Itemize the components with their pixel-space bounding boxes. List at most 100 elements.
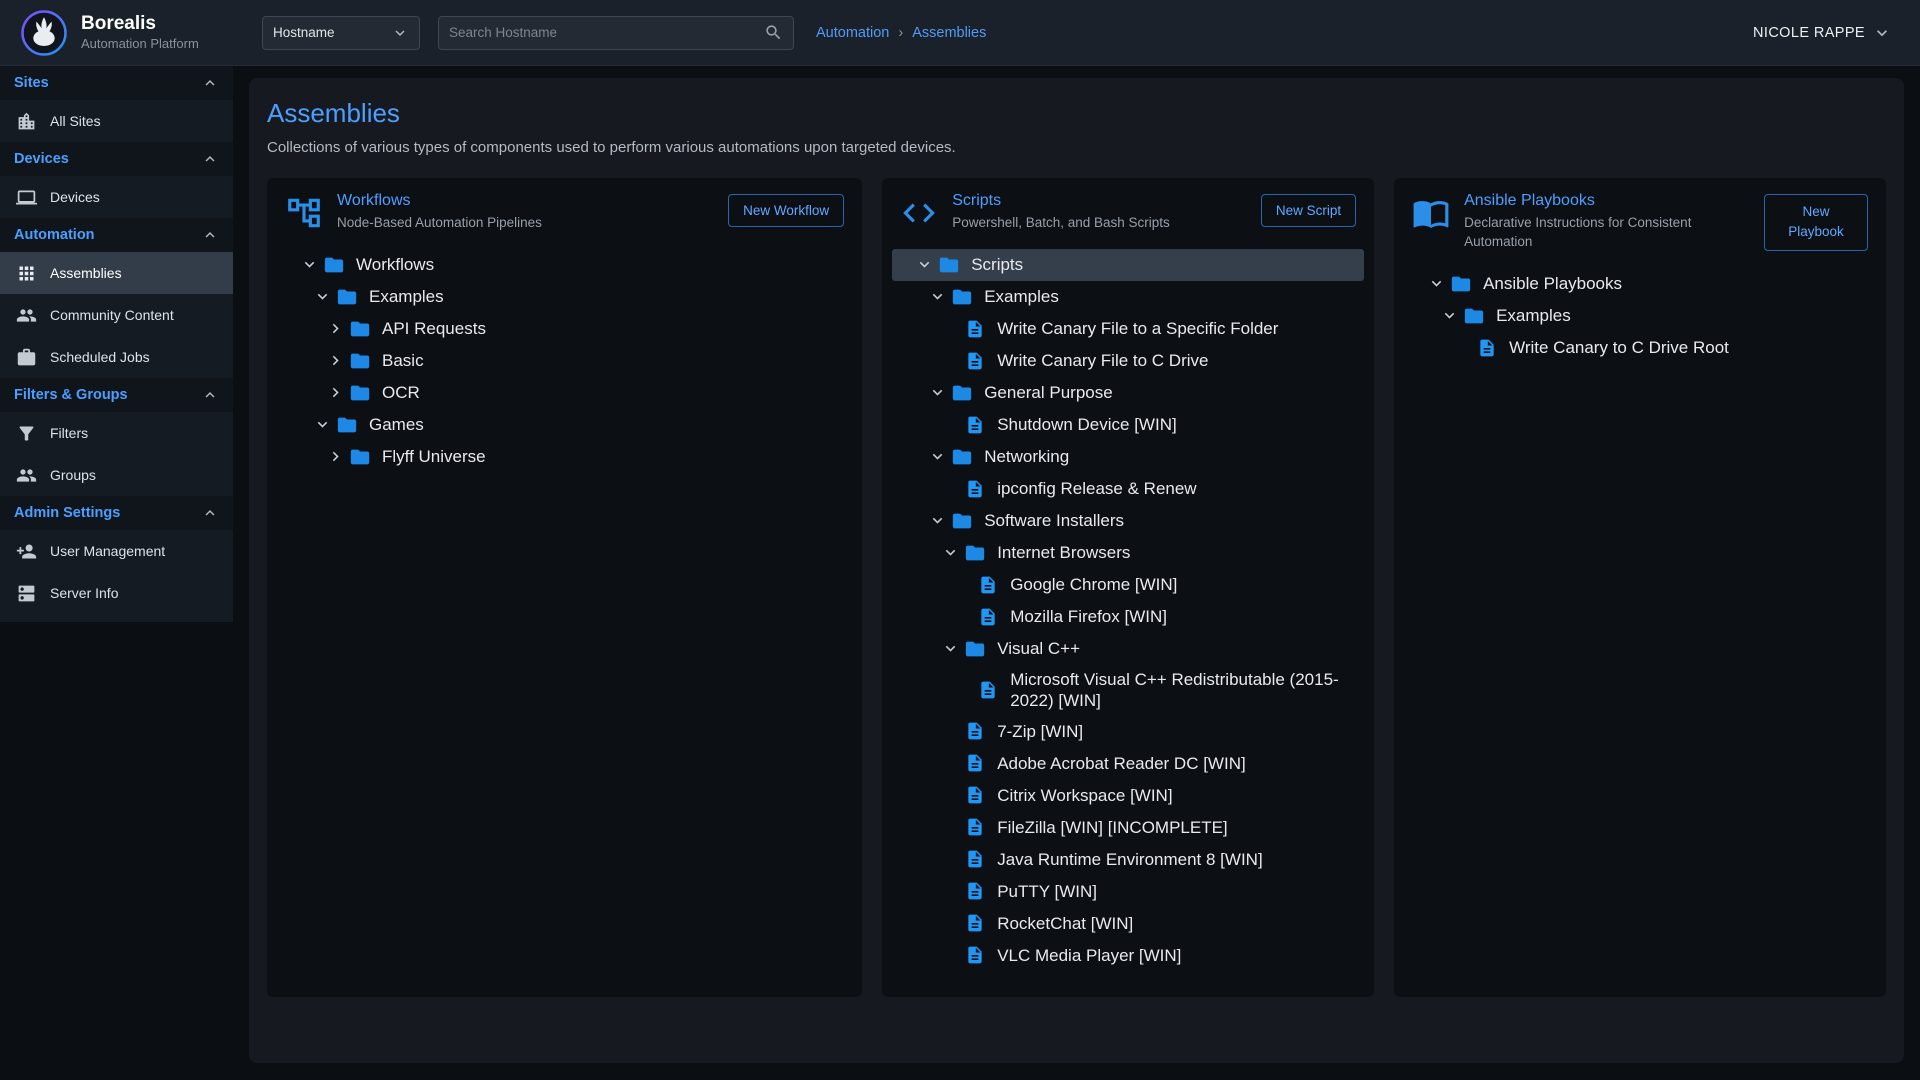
sidebar-item-assemblies[interactable]: Assemblies	[0, 252, 233, 294]
expand-toggle[interactable]	[310, 413, 334, 437]
chevron-down-icon	[928, 447, 947, 466]
card-subtitle: Declarative Instructions for Consistent …	[1464, 214, 1738, 252]
expand-toggle[interactable]	[1437, 304, 1461, 328]
expand-toggle[interactable]	[925, 509, 949, 533]
tree-file-write-canary-file-to-c-drive[interactable]: Write Canary File to C Drive	[892, 345, 1364, 377]
sidebar-item-filters[interactable]: Filters	[0, 412, 233, 454]
tree-item-label: Examples	[1496, 301, 1571, 330]
tree-file-adobe-acrobat-reader-dc-win[interactable]: Adobe Acrobat Reader DC [WIN]	[892, 747, 1364, 779]
tree-file-mozilla-firefox-win[interactable]: Mozilla Firefox [WIN]	[892, 601, 1364, 633]
file-icon	[965, 945, 985, 965]
breadcrumb-item-automation[interactable]: Automation	[816, 25, 889, 41]
sidebar-section-devices[interactable]: Devices	[0, 142, 233, 176]
tree-file-citrix-workspace-win[interactable]: Citrix Workspace [WIN]	[892, 779, 1364, 811]
expand-toggle[interactable]	[297, 253, 321, 277]
file-icon	[965, 351, 985, 371]
sidebar-item-user-management[interactable]: User Management	[0, 530, 233, 572]
tree-file-putty-win[interactable]: PuTTY [WIN]	[892, 875, 1364, 907]
tree-scripts: ScriptsExamplesWrite Canary File to a Sp…	[882, 249, 1374, 972]
expand-toggle[interactable]	[323, 381, 347, 405]
expand-toggle[interactable]	[925, 445, 949, 469]
tree-folder-internet-browsers[interactable]: Internet Browsers	[892, 537, 1364, 569]
tree-folder-examples[interactable]: Examples	[1404, 300, 1876, 332]
search-box	[438, 16, 794, 50]
tree-file-filezilla-win-incomplete[interactable]: FileZilla [WIN] [INCOMPLETE]	[892, 811, 1364, 843]
tree-file-google-chrome-win[interactable]: Google Chrome [WIN]	[892, 569, 1364, 601]
search-input[interactable]	[449, 25, 764, 40]
tree-file-7-zip-win[interactable]: 7-Zip [WIN]	[892, 715, 1364, 747]
tree-file-write-canary-file-to-a-specific-folder[interactable]: Write Canary File to a Specific Folder	[892, 313, 1364, 345]
brand: Borealis Automation Platform	[0, 9, 252, 57]
expand-toggle[interactable]	[938, 541, 962, 565]
user-menu[interactable]: NICOLE RAPPE	[1753, 23, 1920, 43]
sidebar-section-label: Devices	[14, 151, 69, 167]
tree-folder-networking[interactable]: Networking	[892, 441, 1364, 473]
tree-folder-software-installers[interactable]: Software Installers	[892, 505, 1364, 537]
tree-folder-basic[interactable]: Basic	[277, 345, 852, 377]
expand-toggle[interactable]	[912, 253, 936, 277]
tree-folder-examples[interactable]: Examples	[277, 281, 852, 313]
tree-folder-workflows[interactable]: Workflows	[277, 249, 852, 281]
search-icon	[764, 23, 783, 42]
folder-icon	[964, 638, 986, 660]
tree-folder-ocr[interactable]: OCR	[277, 377, 852, 409]
expand-toggle[interactable]	[938, 637, 962, 661]
tree-item-label: Examples	[369, 282, 444, 311]
sidebar-section-sites[interactable]: Sites	[0, 66, 233, 100]
tree-folder-ansible-playbooks[interactable]: Ansible Playbooks	[1404, 268, 1876, 300]
expand-toggle[interactable]	[323, 317, 347, 341]
chevron-down-icon	[391, 24, 409, 42]
sidebar-section-automation[interactable]: Automation	[0, 218, 233, 252]
expand-toggle[interactable]	[1424, 272, 1448, 296]
card-titles: Ansible PlaybooksDeclarative Instruction…	[1464, 192, 1738, 252]
tree-file-rocketchat-win[interactable]: RocketChat [WIN]	[892, 907, 1364, 939]
tree-item-label: RocketChat [WIN]	[997, 909, 1133, 938]
folder-icon	[1450, 273, 1472, 295]
expand-toggle[interactable]	[323, 349, 347, 373]
tree-file-ipconfig-release-renew[interactable]: ipconfig Release & Renew	[892, 473, 1364, 505]
expand-toggle[interactable]	[323, 445, 347, 469]
expand-toggle[interactable]	[310, 285, 334, 309]
new-scripts-button[interactable]: New Script	[1261, 194, 1356, 227]
expand-toggle[interactable]	[925, 381, 949, 405]
tree-folder-flyff-universe[interactable]: Flyff Universe	[277, 441, 852, 473]
sidebar-section-filters-groups[interactable]: Filters & Groups	[0, 378, 233, 412]
file-icon	[978, 607, 998, 627]
tree-item-label: VLC Media Player [WIN]	[997, 941, 1181, 970]
hostname-dropdown[interactable]: Hostname	[262, 16, 420, 50]
tree-folder-games[interactable]: Games	[277, 409, 852, 441]
tree-file-shutdown-device-win[interactable]: Shutdown Device [WIN]	[892, 409, 1364, 441]
new-workflows-button[interactable]: New Workflow	[728, 194, 844, 227]
sidebar-item-groups[interactable]: Groups	[0, 454, 233, 496]
server-icon	[16, 583, 37, 604]
sidebar-item-scheduled-jobs[interactable]: Scheduled Jobs	[0, 336, 233, 378]
tree-item-icon	[321, 252, 347, 278]
tree-folder-general-purpose[interactable]: General Purpose	[892, 377, 1364, 409]
expand-toggle[interactable]	[925, 285, 949, 309]
tree-file-write-canary-to-c-drive-root[interactable]: Write Canary to C Drive Root	[1404, 332, 1876, 364]
brand-subtitle: Automation Platform	[81, 36, 199, 52]
tree-folder-visual-c[interactable]: Visual C++	[892, 633, 1364, 665]
tree-folder-examples[interactable]: Examples	[892, 281, 1364, 313]
tree-item-icon	[962, 476, 988, 502]
tree-file-java-runtime-environment-8-win[interactable]: Java Runtime Environment 8 [WIN]	[892, 843, 1364, 875]
sidebar-item-community-content[interactable]: Community Content	[0, 294, 233, 336]
sidebar-section-label: Sites	[14, 75, 49, 91]
sidebar-section-admin-settings[interactable]: Admin Settings	[0, 496, 233, 530]
tree-file-microsoft-visual-c-redistributable-2015-2022-win[interactable]: Microsoft Visual C++ Redistributable (20…	[892, 665, 1364, 716]
tree-folder-api-requests[interactable]: API Requests	[277, 313, 852, 345]
tree-item-label: Examples	[984, 282, 1059, 311]
sidebar-item-server-info[interactable]: Server Info	[0, 572, 233, 614]
tree-file-vlc-media-player-win[interactable]: VLC Media Player [WIN]	[892, 939, 1364, 971]
sidebar-item-devices[interactable]: Devices	[0, 176, 233, 218]
breadcrumb-item-assemblies[interactable]: Assemblies	[912, 25, 986, 41]
tree-item-icon	[347, 348, 373, 374]
sidebar-item-all-sites[interactable]: All Sites	[0, 100, 233, 142]
chevron-up-icon	[201, 504, 219, 522]
tree-item-label: Shutdown Device [WIN]	[997, 410, 1177, 439]
tree-folder-scripts[interactable]: Scripts	[892, 249, 1364, 281]
hostname-dropdown-value: Hostname	[273, 25, 335, 40]
new-ansible-playbooks-button[interactable]: New Playbook	[1764, 194, 1868, 251]
tree-item-icon	[962, 412, 988, 438]
file-icon	[965, 785, 985, 805]
